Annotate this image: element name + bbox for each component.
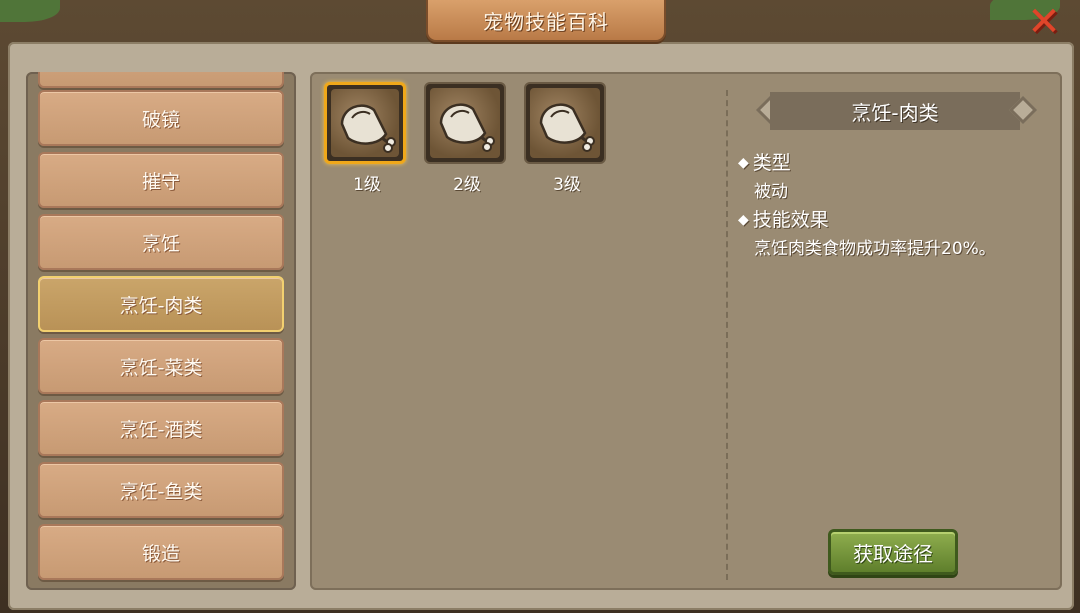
skill-list-item-active[interactable]: 烹饪-肉类 bbox=[38, 276, 284, 332]
level-slot-3[interactable]: 3级 bbox=[524, 82, 610, 195]
meat-drumstick-icon bbox=[439, 103, 495, 152]
skill-name: 烹饪-肉类 bbox=[851, 100, 939, 125]
skill-list-item-label: 烹饪-鱼类 bbox=[119, 480, 203, 503]
skill-list-item[interactable]: 锻造 bbox=[38, 524, 284, 580]
obtain-source-button[interactable]: 获取途径 bbox=[828, 529, 958, 575]
meat-drumstick-icon bbox=[539, 103, 595, 152]
skill-level-frame bbox=[524, 82, 606, 164]
page-title: 宠物技能百科 bbox=[483, 9, 609, 34]
skill-list-item[interactable]: 烹饪-鱼类 bbox=[38, 462, 284, 518]
level-label: 3级 bbox=[553, 175, 581, 195]
skill-list-item[interactable]: 破镜 bbox=[38, 90, 284, 146]
leaf-decoration bbox=[0, 0, 60, 22]
skill-level-frame bbox=[424, 82, 506, 164]
skill-list-item-label: 烹饪-酒类 bbox=[119, 418, 203, 441]
divider bbox=[726, 90, 728, 580]
effect-heading: ◆ 技能效果 bbox=[738, 205, 829, 232]
bullet-icon: ◆ bbox=[738, 212, 749, 228]
skill-list-item[interactable]: 烹饪 bbox=[38, 214, 284, 270]
effect-value: 烹饪肉类食物成功率提升20%。 bbox=[754, 239, 996, 259]
type-heading: ◆ 类型 bbox=[738, 148, 791, 175]
skill-list-item[interactable]: 烹饪-菜类 bbox=[38, 338, 284, 394]
effect-label: 技能效果 bbox=[752, 209, 829, 231]
level-label: 1级 bbox=[353, 175, 381, 195]
skill-list-item-label: 烹饪 bbox=[141, 232, 180, 255]
meat-drumstick-icon bbox=[340, 104, 396, 153]
obtain-source-label: 获取途径 bbox=[853, 541, 933, 566]
type-label: 类型 bbox=[752, 152, 791, 174]
skill-level-frame bbox=[324, 82, 406, 164]
skill-list-item[interactable]: 烹饪-酒类 bbox=[38, 400, 284, 456]
close-button[interactable]: ✕ bbox=[1022, 2, 1066, 42]
skill-list-item-label: 烹饪-肉类 bbox=[119, 294, 203, 317]
close-icon: ✕ bbox=[1027, 0, 1061, 45]
skill-list-item-label: 摧守 bbox=[141, 170, 180, 193]
title-banner: 宠物技能百科 bbox=[426, 0, 666, 42]
skill-name-banner: 烹饪-肉类 bbox=[770, 92, 1020, 130]
skill-list-item-label: 破镜 bbox=[141, 108, 180, 131]
level-slot-1[interactable]: 1级 bbox=[324, 82, 410, 195]
detail-area bbox=[310, 72, 1062, 590]
skill-list[interactable]: 破镜 摧守 烹饪 烹饪-肉类 烹饪-菜类 烹饪-酒类 烹饪-鱼类 锻造 bbox=[26, 72, 296, 590]
skill-list-item[interactable] bbox=[38, 72, 284, 88]
level-slot-2[interactable]: 2级 bbox=[424, 82, 510, 195]
level-label: 2级 bbox=[453, 175, 481, 195]
bullet-icon: ◆ bbox=[738, 155, 749, 171]
type-value: 被动 bbox=[754, 182, 788, 202]
skill-list-item-label: 烹饪-菜类 bbox=[119, 356, 203, 379]
skill-list-item-label: 锻造 bbox=[141, 542, 180, 565]
skill-list-item[interactable]: 摧守 bbox=[38, 152, 284, 208]
